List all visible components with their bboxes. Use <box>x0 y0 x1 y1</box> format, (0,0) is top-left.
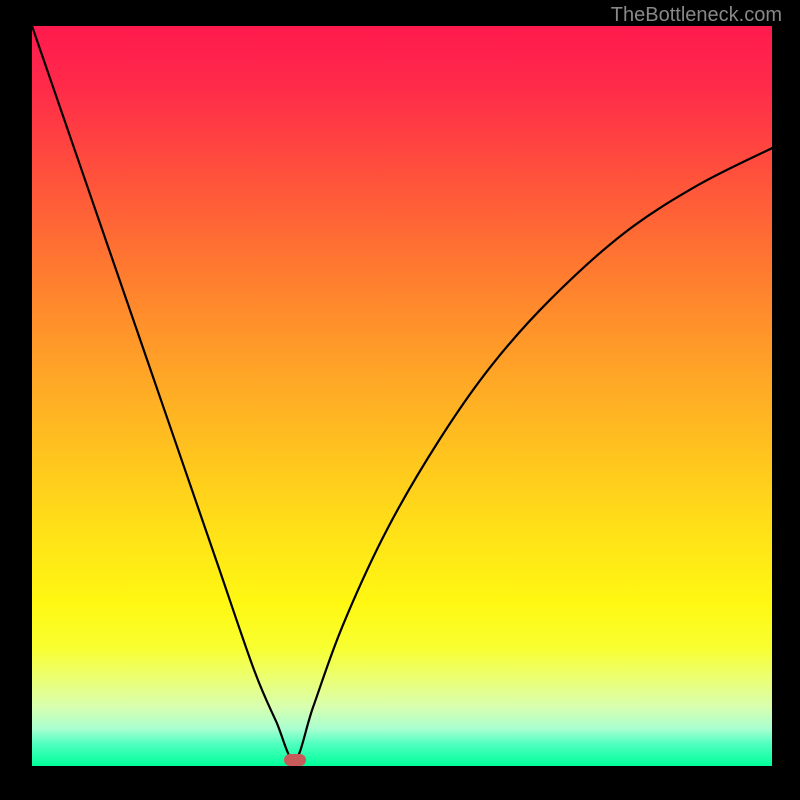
bottleneck-curve <box>32 26 772 760</box>
optimum-marker <box>284 754 306 766</box>
watermark-text: TheBottleneck.com <box>611 4 782 27</box>
curve-svg <box>32 26 772 766</box>
plot-area <box>32 26 772 766</box>
